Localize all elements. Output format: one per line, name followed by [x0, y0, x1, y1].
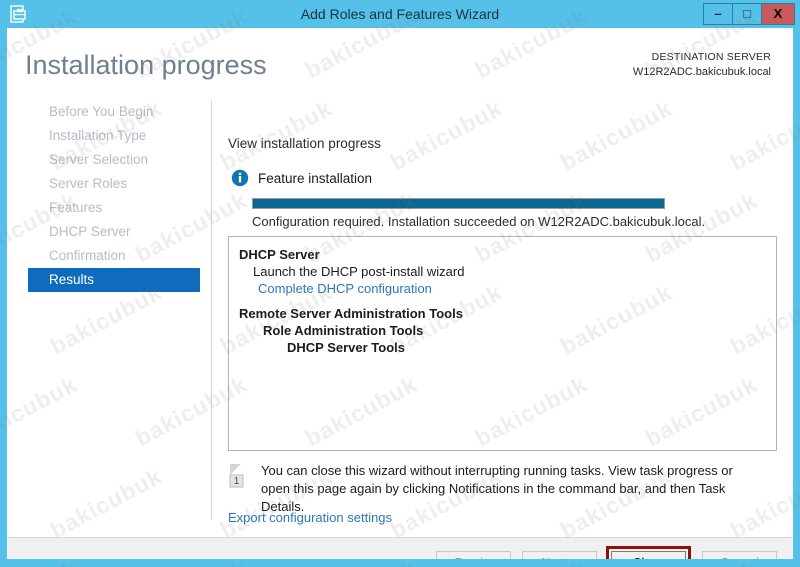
feature-installation-label: Feature installation — [258, 170, 373, 186]
previous-button: < Previous — [436, 551, 511, 559]
sidebar-divider — [211, 100, 212, 520]
complete-dhcp-configuration-link[interactable]: Complete DHCP configuration — [258, 280, 776, 297]
page-title: Installation progress — [25, 50, 267, 80]
content-heading: View installation progress — [228, 136, 381, 151]
export-configuration-settings-link[interactable]: Export configuration settings — [228, 510, 392, 525]
cancel-button: Cancel — [702, 551, 777, 559]
title-bar: Add Roles and Features Wizard – □ X — [0, 0, 800, 28]
wizard-sidebar: Before You Begin Installation Type Server … — [7, 100, 212, 520]
results-line: DHCP Server — [239, 247, 320, 262]
results-line: Role Administration Tools — [263, 323, 424, 338]
destination-server-block: DESTINATION SERVER W12R2ADC.bakicubuk.lo… — [633, 50, 771, 80]
svg-text:1: 1 — [234, 476, 240, 487]
close-button-highlight: Close — [606, 546, 691, 559]
installation-progress-bar — [252, 198, 665, 209]
results-line: DHCP Server Tools — [287, 340, 406, 355]
footer-button-bar: < Previous Next > Close Cancel — [425, 546, 777, 559]
flag-badge-icon: 1 — [228, 463, 252, 489]
sidebar-item-before-you-begin[interactable]: Before You Begin — [28, 100, 200, 124]
results-spacer — [239, 297, 776, 305]
close-button[interactable]: Close — [611, 551, 686, 559]
sidebar-item-features[interactable]: Features — [28, 196, 200, 220]
page-header: Installation progress DESTINATION SERVER… — [7, 28, 793, 96]
close-window-button[interactable]: X — [761, 3, 795, 25]
sidebar-item-server-roles[interactable]: Server Roles — [28, 172, 200, 196]
sidebar-item-server-selection[interactable]: Server Selection — [28, 148, 200, 172]
main-content: View installation progress Feature insta… — [213, 100, 793, 525]
progress-status-text: Configuration required. Installation suc… — [252, 214, 706, 229]
installation-results-box[interactable]: DHCP Server Launch the DHCP post-install … — [228, 236, 777, 451]
feature-installation-row: Feature installation — [231, 169, 372, 187]
info-circle-icon — [231, 169, 249, 187]
wizard-note: 1 You can close this wizard without inte… — [228, 462, 777, 516]
results-line: Launch the DHCP post-install wizard — [253, 264, 465, 279]
window-controls: – □ X — [703, 3, 795, 25]
window-body: Installation progress DESTINATION SERVER… — [7, 28, 793, 559]
sidebar-item-installation-type[interactable]: Installation Type — [28, 124, 200, 148]
next-button: Next > — [522, 551, 597, 559]
wizard-footer: < Previous Next > Close Cancel — [7, 538, 793, 559]
wizard-note-text: You can close this wizard without interr… — [261, 463, 733, 514]
destination-server-label: DESTINATION SERVER — [651, 51, 771, 63]
wizard-window: Add Roles and Features Wizard – □ X Inst… — [0, 0, 800, 567]
window-title: Add Roles and Features Wizard — [300, 6, 500, 22]
destination-server-name: W12R2ADC.bakicubuk.local — [632, 66, 771, 78]
minimize-button[interactable]: – — [703, 3, 733, 25]
results-line: Remote Server Administration Tools — [239, 306, 463, 321]
maximize-button[interactable]: □ — [732, 3, 762, 25]
sidebar-item-results[interactable]: Results — [28, 268, 200, 292]
sidebar-item-confirmation[interactable]: Confirmation — [28, 244, 200, 268]
sidebar-item-dhcp-server[interactable]: DHCP Server — [28, 220, 200, 244]
progress-bar-fill — [253, 199, 664, 208]
